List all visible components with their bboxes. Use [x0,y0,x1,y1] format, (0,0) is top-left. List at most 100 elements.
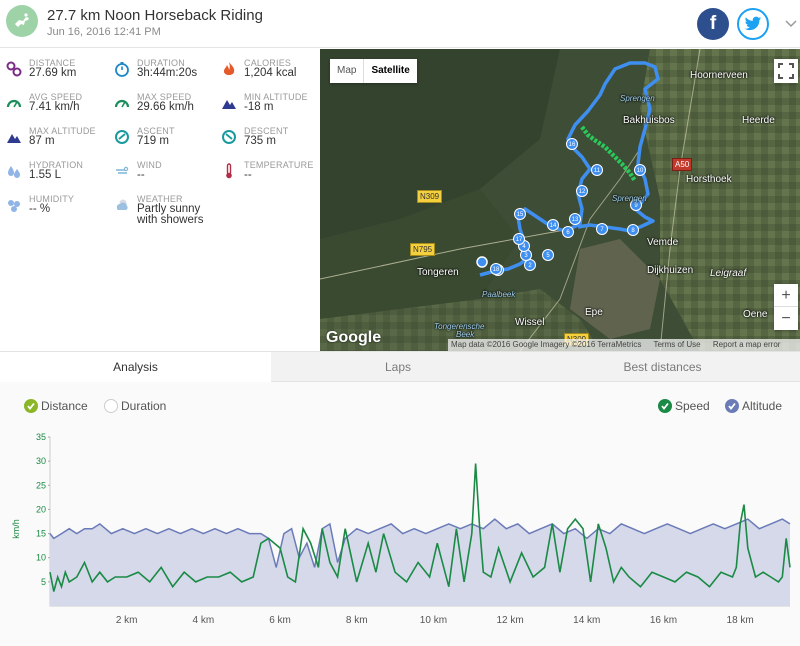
route-marker[interactable]: 13 [569,213,581,225]
stat-value: 719 m [137,135,169,147]
route-marker[interactable]: 2 [524,259,536,271]
route-marker-number: 14 [550,223,557,229]
analysis-tabs: Analysis Laps Best distances [0,351,800,382]
stat-value: -- [244,169,252,181]
map-label: Epe [585,307,603,318]
descent-icon [222,130,236,144]
x-tick-label: 8 km [346,615,368,626]
humidity-icon [8,200,20,212]
map-type-toggle[interactable]: Map Satellite [330,59,417,83]
horseback-riding-icon [6,5,38,37]
map-label: Wissel [515,317,545,328]
tab-analysis[interactable]: Analysis [0,352,271,382]
route-marker[interactable]: 7 [596,223,608,235]
map-label: Horsthoek [686,174,732,185]
zoom-in-button[interactable]: + [774,284,798,307]
route-marker[interactable]: 5 [542,249,554,261]
stats-panel: Distance 27.69 km Duration 3h:44m:20s Calori… [0,49,320,351]
x-tick-label: 16 km [650,615,677,626]
stat-value: Partly sunny with showers [137,203,204,226]
map-label: Tongeren [417,267,459,278]
wind-icon [116,166,129,174]
chevron-down-icon[interactable] [784,16,798,30]
road-sign: N795 [410,243,436,256]
stat-value: 1,204 kcal [244,67,297,79]
route-marker[interactable]: 18 [490,263,502,275]
analysis-chart-area: Distance Duration Speed Altitude 5 10 15 20… [0,382,800,646]
activity-title: 27.7 km Noon Horseback Riding [47,7,263,24]
y-tick-label: 5 [41,577,46,587]
tab-laps[interactable]: Laps [271,352,525,382]
y-tick-label: 30 [36,456,46,466]
route-marker[interactable]: 8 [627,224,639,236]
map-data-credit: Map data ©2016 Google Imagery ©2016 Terr… [451,340,642,349]
fullscreen-button[interactable] [774,59,798,83]
x-tick-label: 6 km [269,615,291,626]
mountain-icon [222,100,236,109]
stat-value: 735 m [244,135,276,147]
route-marker-number: 12 [579,189,586,195]
tab-best-distances[interactable]: Best distances [525,352,800,382]
route-marker-number: 11 [594,168,601,174]
route-marker-number: 17 [516,237,523,243]
x-tick-label: 10 km [420,615,447,626]
stat-max-altitude: Max altitude 87 m [0,117,105,151]
activity-header: 27.7 km Noon Horseback Riding Jun 16, 20… [0,0,800,48]
route-marker[interactable]: 6 [562,226,574,238]
map-label: Beek [456,330,475,339]
route-marker[interactable]: 11 [591,164,603,176]
map-label: Oene [743,309,768,320]
stat-value: -- % [29,203,51,215]
twitter-share-button[interactable] [737,8,769,40]
distance-icon [6,61,22,77]
x-tick-label: 4 km [193,615,215,626]
route-marker-number: 15 [517,212,524,218]
route-marker[interactable]: 14 [547,219,559,231]
route-marker[interactable]: 15 [514,208,526,220]
water-drops-icon [8,166,20,178]
route-marker[interactable]: 12 [576,185,588,197]
route-marker-number: 16 [569,142,576,148]
stat-value: 3h:44m:20s [137,67,198,79]
facebook-share-button[interactable]: f [697,8,729,40]
speed-altitude-chart[interactable]: 5 10 15 20 25 30 35 2 km 4 km 6 km 8 km 10 km 12 km… [0,382,800,646]
ascent-icon [115,130,129,144]
map-label: Paalbeek [482,290,516,299]
map-type-satellite[interactable]: Satellite [364,59,416,83]
activity-date: Jun 16, 2016 12:41 PM [47,26,161,38]
x-tick-label: 2 km [116,615,138,626]
terms-of-use-link[interactable]: Terms of Use [653,340,700,349]
report-map-error-link[interactable]: Report a map error [713,340,781,349]
stat-value: 27.69 km [29,67,77,79]
map-label: Sprengen [612,194,647,203]
satellite-imagery: 123456789101112131415161718 [320,49,800,351]
stat-descent: Descent 735 m [215,117,320,151]
stat-value: 1.55 L [29,169,61,181]
facebook-icon: f [709,13,717,34]
stat-avg-speed: Avg speed 7.41 km/h [0,83,105,117]
y-tick-label: 20 [36,504,46,514]
y-tick-label: 10 [36,553,46,563]
map-label: Hoornerveen [690,70,748,81]
map-label: Leigraaf [710,268,747,279]
route-map[interactable]: 123456789101112131415161718 HoornerveenH… [320,49,800,351]
weather-icon [116,199,128,210]
x-tick-label: 12 km [496,615,523,626]
map-label: Dijkhuizen [647,265,694,276]
stat-calories: Calories 1,204 kcal [215,49,320,83]
route-marker[interactable]: 10 [634,164,646,176]
stat-ascent: Ascent 719 m [108,117,213,151]
stat-value: 87 m [29,135,55,147]
map-label: Bakhuisbos [623,115,675,126]
stat-value: -- [137,169,145,181]
road-sign: A50 [672,158,693,171]
route-marker[interactable]: 16 [566,138,578,150]
stat-weather: Weather Partly sunny with showers [108,185,213,226]
road-sign: N309 [417,190,443,203]
map-label: Vemde [647,237,679,248]
y-tick-label: 15 [36,529,46,539]
y-tick-label: 25 [36,480,46,490]
map-type-map[interactable]: Map [330,59,365,83]
route-marker[interactable]: 17 [513,233,525,245]
zoom-out-button[interactable]: − [774,307,798,330]
